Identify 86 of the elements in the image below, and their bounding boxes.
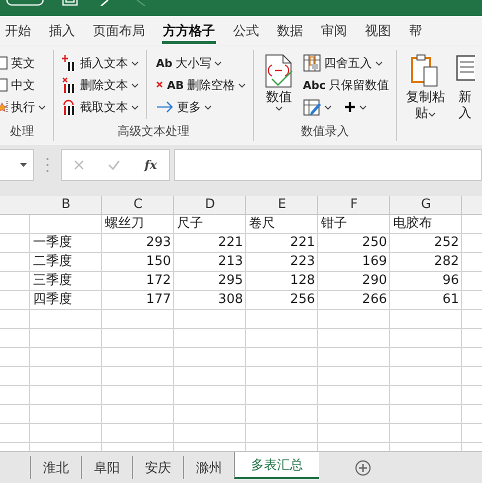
table-cell-text: 223 bbox=[289, 253, 316, 271]
column-header[interactable]: B bbox=[30, 196, 102, 214]
table-cell-text: 221 bbox=[217, 234, 244, 252]
sheet-tab[interactable]: 阜阳 bbox=[81, 456, 132, 479]
table-cell-text: 150 bbox=[145, 253, 172, 271]
group-label: 高级文本处理 bbox=[116, 123, 190, 140]
table-cell-text: 61 bbox=[441, 291, 460, 309]
ribbon-button[interactable]: 执行 bbox=[0, 96, 49, 118]
save-icon bbox=[62, 0, 78, 6]
column-header[interactable]: F bbox=[318, 196, 390, 214]
ribbon-button[interactable]: 四舍五入 bbox=[300, 52, 392, 74]
ribbon-large-button[interactable]: 数值 bbox=[258, 50, 300, 123]
table-cell-text: 172 bbox=[145, 272, 172, 290]
ribbon-tab[interactable]: 方方格子 bbox=[154, 16, 224, 46]
insert-icon bbox=[61, 54, 77, 72]
star-icon bbox=[0, 100, 8, 114]
table-cell-text: 282 bbox=[433, 253, 460, 271]
table-cell-text: 一季度 bbox=[32, 234, 73, 252]
table-cell-text: 三季度 bbox=[32, 272, 73, 290]
ribbon-tab[interactable]: 插入 bbox=[40, 16, 84, 46]
close-icon[interactable] bbox=[74, 160, 84, 170]
ribbon-button[interactable]: AB 删除空格 bbox=[153, 74, 249, 96]
toggle-icon bbox=[6, 0, 46, 6]
table-pen-icon bbox=[302, 98, 321, 116]
table-cell-text: 252 bbox=[433, 234, 460, 252]
table-cell-text: 二季度 bbox=[32, 253, 73, 271]
table-cell-text: 308 bbox=[217, 291, 244, 309]
table-cell-text: 213 bbox=[217, 253, 244, 271]
table-cell-text: 290 bbox=[361, 272, 388, 290]
ribbon-button[interactable]: Abc 只保留数值 bbox=[300, 74, 392, 96]
column-header[interactable]: D bbox=[174, 196, 246, 214]
arrow-icon bbox=[156, 101, 174, 113]
ribbon-tab[interactable]: 公式 bbox=[224, 16, 268, 46]
caret-icon bbox=[20, 163, 27, 167]
delete-icon bbox=[61, 76, 77, 94]
table-cell-text: 177 bbox=[145, 291, 172, 309]
table-cell-text: 电胶布 bbox=[392, 215, 433, 233]
ribbon-button[interactable]: 截取文本 bbox=[58, 96, 142, 118]
table-cell-text: 尺子 bbox=[176, 215, 204, 233]
column-header[interactable]: C bbox=[102, 196, 174, 214]
ribbon-tab[interactable]: 审阅 bbox=[312, 16, 356, 46]
table-cell-text: 256 bbox=[289, 291, 316, 309]
ribbon-button[interactable]: 中文 bbox=[0, 74, 49, 96]
ribbon-button[interactable]: Ab 大小写 bbox=[153, 52, 249, 74]
ribbon-button[interactable]: 更多 bbox=[153, 96, 249, 118]
arc-bars-icon bbox=[61, 98, 77, 116]
plus-icon bbox=[344, 101, 356, 113]
table-cell-text: 250 bbox=[361, 234, 388, 252]
ribbon-button[interactable]: 删除文本 bbox=[58, 74, 142, 96]
table-cell-text: 四季度 bbox=[32, 291, 73, 309]
ribbon-tab[interactable]: 开始 bbox=[0, 16, 40, 46]
check-icon[interactable] bbox=[108, 160, 120, 170]
add-icon bbox=[355, 460, 371, 476]
sheet-tab[interactable]: 安庆 bbox=[132, 456, 183, 479]
ribbon-button[interactable]: 英文 bbox=[0, 52, 49, 74]
clipboard-icon bbox=[410, 54, 440, 88]
table-cell-text: 螺丝刀 bbox=[104, 215, 145, 233]
table-cell-text: 96 bbox=[441, 272, 460, 290]
column-header[interactable]: E bbox=[246, 196, 318, 214]
delete-icon bbox=[156, 81, 164, 89]
table-cell-text: 卷尺 bbox=[248, 215, 276, 233]
table-cell-text: 266 bbox=[361, 291, 388, 309]
table-cell-text: 295 bbox=[217, 272, 244, 290]
formula-input[interactable] bbox=[174, 149, 482, 181]
table-cell-text: 293 bbox=[145, 234, 172, 252]
table-cell-text: 221 bbox=[289, 234, 316, 252]
ribbon-tab[interactable]: 视图 bbox=[356, 16, 400, 46]
table-cell-text: 169 bbox=[361, 253, 388, 271]
sheet-tab[interactable]: 多表汇总 bbox=[234, 452, 319, 479]
name-box[interactable] bbox=[0, 149, 34, 181]
sheet-tab[interactable]: 淮北 bbox=[30, 456, 81, 479]
ribbon-large-button[interactable]: 新 入 bbox=[450, 50, 480, 123]
ribbon-tab[interactable]: 页面布局 bbox=[84, 16, 154, 46]
ribbon-tab[interactable]: 数据 bbox=[268, 16, 312, 46]
slash-icon bbox=[136, 0, 148, 6]
document-check-icon bbox=[262, 54, 295, 88]
ribbon-tab[interactable]: 帮 bbox=[400, 16, 431, 46]
table-icon bbox=[302, 54, 321, 72]
group-label: 处理 bbox=[9, 123, 35, 140]
ribbon-large-button[interactable]: 复制粘 贴 bbox=[400, 50, 450, 123]
function-button[interactable]: fx bbox=[144, 158, 157, 172]
group-label: 数值录入 bbox=[300, 123, 350, 140]
ribbon-button[interactable]: 插入文本 bbox=[58, 52, 142, 74]
table-cell-text: 钳子 bbox=[320, 215, 348, 233]
column-header[interactable]: G bbox=[390, 196, 462, 214]
table-cell-text: 128 bbox=[289, 272, 316, 290]
